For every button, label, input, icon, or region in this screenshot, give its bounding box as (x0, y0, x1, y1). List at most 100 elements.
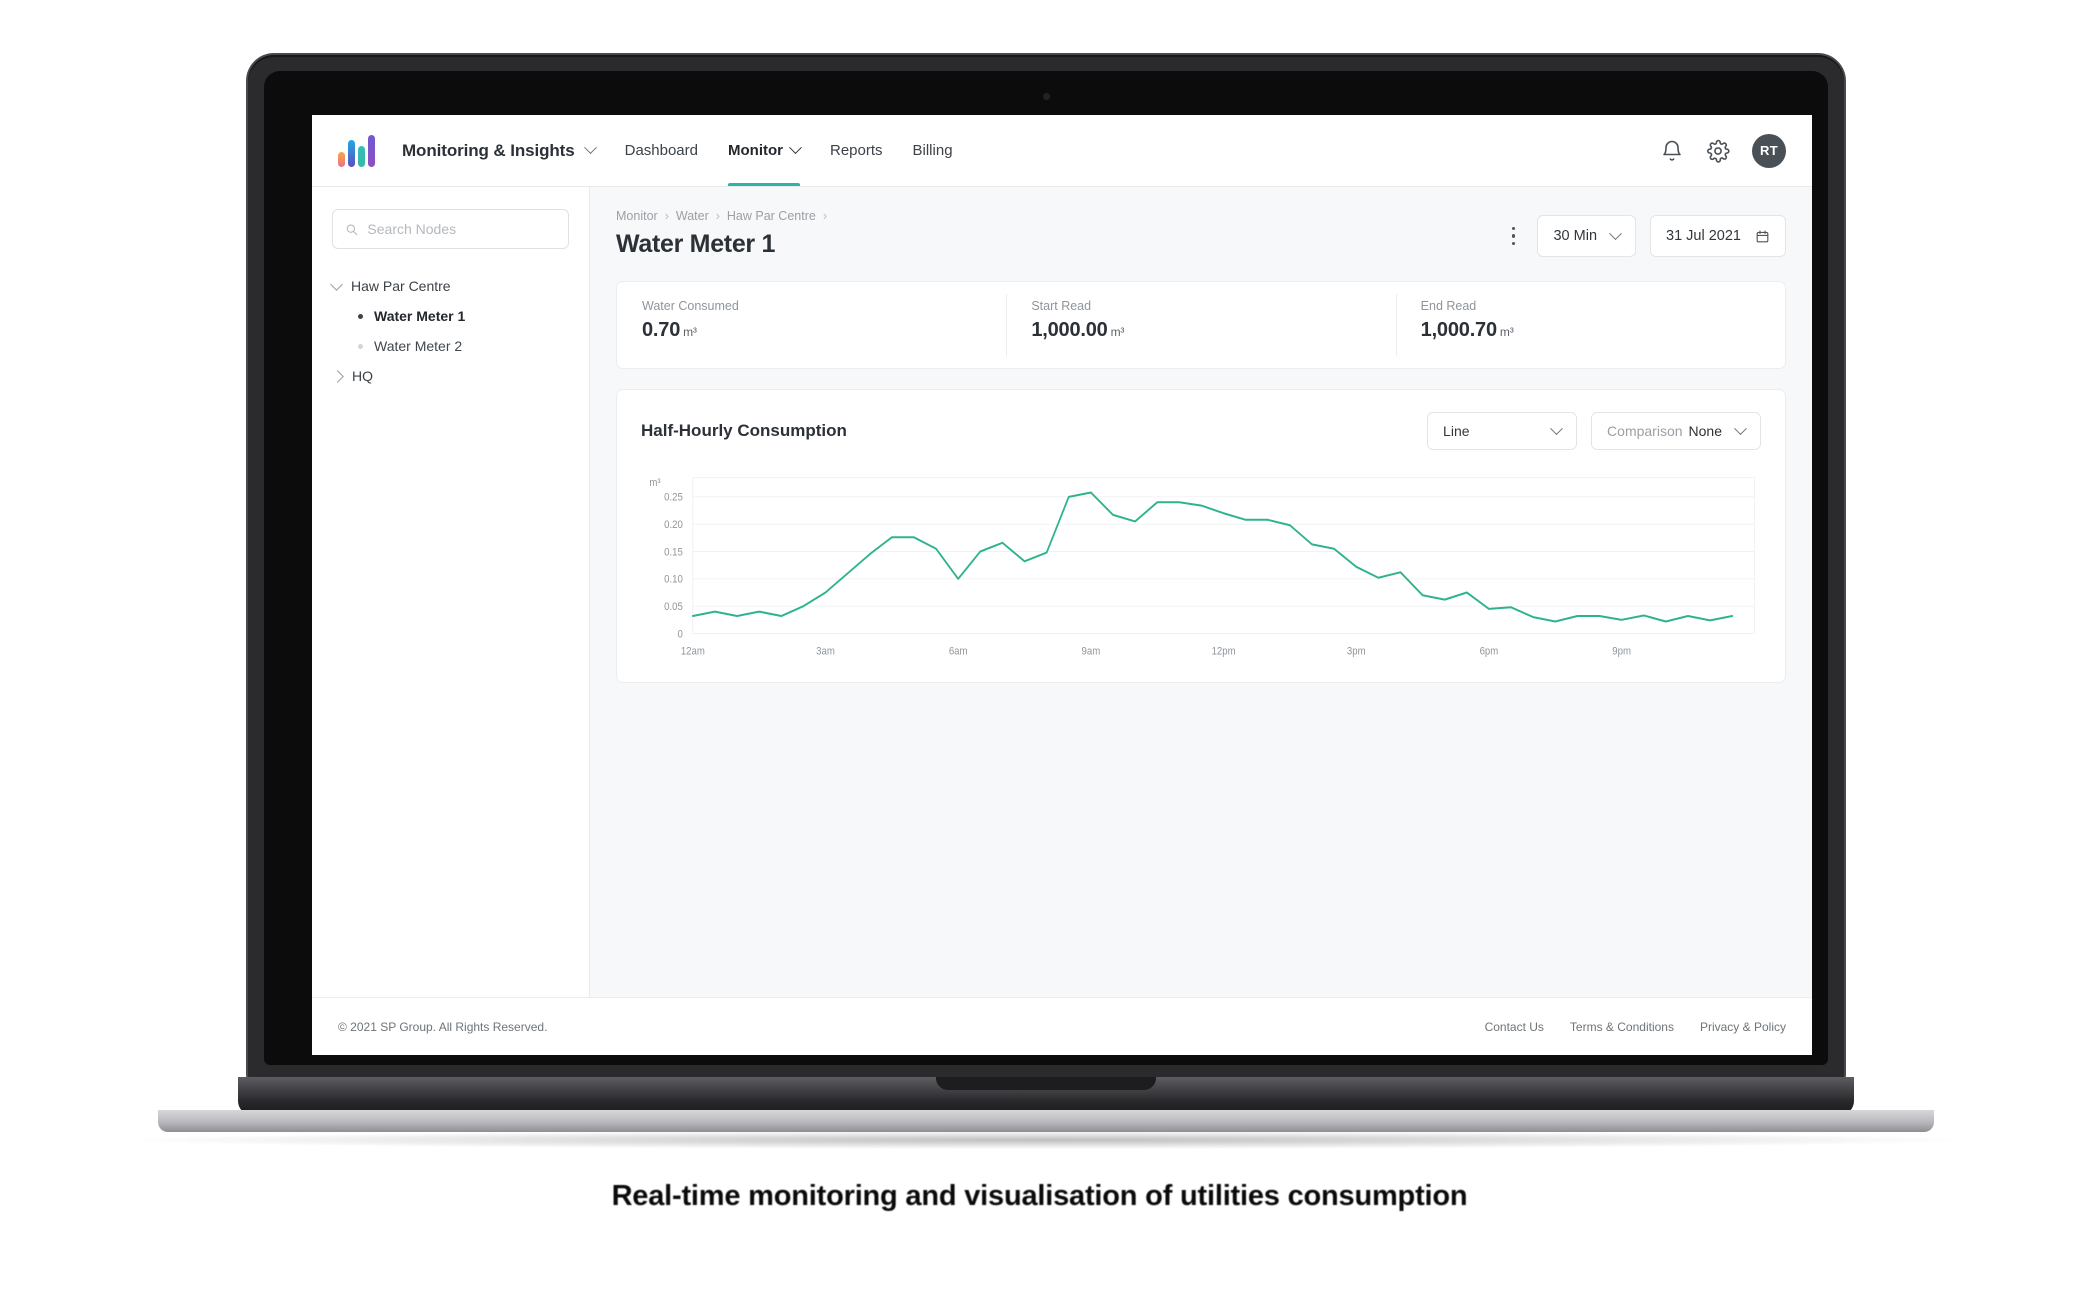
main-content: Monitor › Water › Haw Par Centre › Water… (590, 187, 1812, 997)
chart-title: Half-Hourly Consumption (641, 421, 847, 440)
stat-label: End Read (1420, 299, 1477, 313)
y-tick-label: 0.25 (664, 492, 683, 504)
chart-controls: Line Comparison None (1427, 412, 1761, 450)
breadcrumb-separator: › (664, 209, 669, 223)
x-tick-label: 9pm (1612, 646, 1631, 658)
x-tick-label: 12am (681, 646, 705, 658)
x-tick-label: 6am (949, 646, 968, 658)
breadcrumb-item-haw-par-centre[interactable]: Haw Par Centre (727, 209, 816, 223)
app-window: Monitoring & Insights Dashboard Monitor (312, 115, 1812, 1055)
laptop-mockup: Monitoring & Insights Dashboard Monitor (138, 55, 1954, 1149)
chart-card: Half-Hourly Consumption Line Comparison … (616, 389, 1786, 683)
footer-link-privacy[interactable]: Privacy & Policy (1700, 1020, 1786, 1034)
y-tick-label: 0.05 (664, 601, 683, 613)
nav-item-billing[interactable]: Billing (913, 115, 953, 186)
bullet-icon (358, 313, 363, 319)
stat-value: 1,000.00 m³ (1031, 319, 1395, 342)
nav-item-dashboard[interactable]: Dashboard (625, 115, 698, 186)
date-select-value: 31 Jul 2021 (1666, 228, 1741, 244)
search-icon (346, 223, 358, 235)
chevron-down-icon[interactable] (583, 141, 597, 155)
y-tick-label: 0.15 (664, 547, 683, 559)
stat-water-consumed: Water Consumed 0.70 m³ (617, 282, 1006, 368)
tree-item-label: Water Meter 2 (374, 338, 463, 354)
y-tick-label: 0.10 (664, 574, 683, 586)
search-input[interactable] (367, 221, 556, 237)
tree-group-haw-par-centre[interactable]: Haw Par Centre (330, 271, 569, 301)
stat-end-read: End Read 1,000.70 m³ (1395, 282, 1785, 368)
laptop-front-edge (158, 1110, 1934, 1132)
tree-item-water-meter-2[interactable]: Water Meter 2 (332, 331, 569, 361)
avatar[interactable]: RT (1752, 133, 1786, 168)
comparison-select[interactable]: Comparison None (1591, 412, 1761, 450)
stat-unit: m³ (1499, 325, 1514, 339)
bullet-icon (358, 343, 363, 349)
header-actions: RT (1660, 133, 1786, 168)
interval-select[interactable]: 30 Min (1537, 215, 1637, 257)
calendar-icon (1756, 229, 1769, 242)
stat-unit: m³ (683, 325, 697, 339)
gear-icon[interactable] (1706, 139, 1730, 163)
figure-caption: Real-time monitoring and visualisation o… (611, 1180, 1468, 1212)
nav-label: Monitor (728, 142, 783, 159)
stat-label: Water Consumed (642, 299, 739, 313)
nav-label: Billing (912, 142, 953, 159)
y-tick-label: 0 (677, 629, 683, 641)
brand-title: Monitoring & Insights (402, 140, 575, 160)
webcam-icon (1043, 93, 1050, 100)
stat-number: 1,000.70 (1420, 319, 1497, 341)
avatar-initials: RT (1760, 143, 1778, 158)
app-header: Monitoring & Insights Dashboard Monitor (312, 115, 1812, 187)
stat-unit: m³ (1110, 325, 1125, 339)
chart-series-line (691, 491, 1734, 623)
search-field[interactable] (332, 209, 569, 249)
footer-link-terms[interactable]: Terms & Conditions (1570, 1020, 1674, 1034)
y-axis-unit-label: m³ (649, 478, 661, 490)
consumption-line-chart[interactable]: m³0.25 0.20 0.15 0.10 0.05 0 12am 3am 6am 9am 12pm… (641, 472, 1761, 662)
tree-group-label: Haw Par Centre (351, 278, 451, 294)
tree-group-label: HQ (352, 368, 373, 384)
x-tick-label: 9am (1082, 646, 1101, 658)
laptop-screen: Monitoring & Insights Dashboard Monitor (312, 115, 1812, 1055)
stats-card: Water Consumed 0.70 m³ Start Read 1,000.… (616, 281, 1786, 369)
chart-type-value: Line (1443, 423, 1470, 439)
app-body: Haw Par Centre Water Meter 1 Water Meter… (312, 187, 1812, 997)
tree-item-label: Water Meter 1 (374, 308, 466, 324)
chart-plot-area: m³ 0.25 0.20 0.15 0.10 0.05 0 12am 3am 6am 9am 12pm… (641, 472, 1761, 662)
stat-value: 0.70 m³ (642, 319, 1006, 342)
chevron-down-icon (330, 277, 343, 291)
footer-link-contact-us[interactable]: Contact Us (1485, 1020, 1544, 1034)
main-nav: Dashboard Monitor Reports Billing (625, 115, 953, 186)
chevron-down-icon (789, 141, 802, 155)
breadcrumb-item-monitor[interactable]: Monitor (616, 209, 658, 223)
chevron-down-icon (1550, 421, 1563, 435)
chevron-down-icon (1609, 226, 1622, 240)
stat-value: 1,000.70 m³ (1421, 319, 1785, 342)
breadcrumb-separator: › (715, 209, 720, 223)
bell-icon[interactable] (1660, 139, 1684, 163)
nav-item-monitor[interactable]: Monitor (728, 115, 802, 186)
page-header: Monitor › Water › Haw Par Centre › Water… (616, 209, 1786, 259)
page-header-left: Monitor › Water › Haw Par Centre › Water… (616, 209, 827, 259)
brand-area[interactable]: Monitoring & Insights (338, 134, 597, 167)
node-tree: Haw Par Centre Water Meter 1 Water Meter… (330, 271, 569, 391)
stat-number: 1,000.00 (1031, 319, 1108, 341)
chevron-right-icon (331, 369, 344, 383)
y-tick-label: 0.20 (664, 519, 683, 531)
nav-label: Dashboard (624, 142, 698, 159)
laptop-bezel: Monitoring & Insights Dashboard Monitor (264, 71, 1828, 1065)
breadcrumb: Monitor › Water › Haw Par Centre › (616, 209, 827, 223)
tree-group-hq[interactable]: HQ (331, 361, 569, 391)
breadcrumb-item-water[interactable]: Water (676, 209, 709, 223)
screenshot-stage: Monitoring & Insights Dashboard Monitor (0, 0, 2079, 1311)
chart-type-select[interactable]: Line (1427, 412, 1578, 450)
app-footer: © 2021 SP Group. All Rights Reserved. Co… (312, 997, 1812, 1055)
x-tick-label: 3am (816, 646, 835, 658)
date-select[interactable]: 31 Jul 2021 (1650, 215, 1786, 257)
more-vertical-icon[interactable] (1503, 222, 1523, 250)
tree-item-water-meter-1[interactable]: Water Meter 1 (332, 301, 569, 331)
comparison-label: Comparison (1607, 423, 1683, 439)
laptop-lid: Monitoring & Insights Dashboard Monitor (248, 55, 1844, 1085)
stat-number: 0.70 (642, 319, 681, 341)
nav-item-reports[interactable]: Reports (830, 115, 883, 186)
